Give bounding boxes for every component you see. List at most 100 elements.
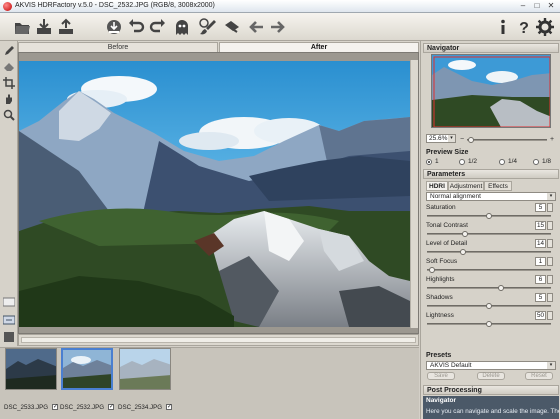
parameter-slider-knob[interactable] bbox=[497, 285, 504, 291]
ghost-icon[interactable] bbox=[171, 16, 193, 38]
window-title: AKVIS HDRFactory v.5.0 - DSC_2532.JPG (R… bbox=[15, 2, 215, 9]
swap-view-icon[interactable] bbox=[2, 313, 16, 327]
parameter-slider-knob[interactable] bbox=[462, 231, 469, 237]
thumbnail-image[interactable] bbox=[61, 348, 113, 390]
reset-preset-button[interactable]: Reset bbox=[525, 372, 553, 380]
tab-adjustment[interactable]: Adjustment bbox=[448, 181, 484, 191]
zoom-level: 25.6% bbox=[429, 135, 448, 142]
thumbnail-checkbox[interactable]: ✓ bbox=[52, 404, 58, 410]
minimize-button[interactable]: – bbox=[516, 1, 530, 11]
import-icon[interactable] bbox=[55, 16, 77, 38]
parameter-slider-knob[interactable] bbox=[460, 249, 467, 255]
preset-select[interactable]: AKVIS Default ▾ bbox=[426, 361, 556, 370]
filmstrip-item[interactable]: DSC_2534.JPG ✓ bbox=[118, 348, 172, 411]
preview-size-radio[interactable] bbox=[459, 159, 465, 165]
svg-text:?: ? bbox=[519, 20, 529, 37]
tab-after[interactable]: After bbox=[219, 42, 419, 52]
preview-size-label: 1 bbox=[435, 158, 439, 165]
background-color-icon[interactable] bbox=[2, 295, 16, 309]
parameters-header[interactable]: Parameters bbox=[423, 169, 559, 179]
navigator-header[interactable]: Navigator bbox=[423, 43, 559, 53]
parameter-slider-knob[interactable] bbox=[486, 213, 492, 219]
preview-size-radio[interactable] bbox=[533, 159, 539, 165]
filmstrip-item[interactable]: DSC_2532.JPG ✓ bbox=[60, 348, 114, 411]
parameter-label: Tonal Contrast bbox=[426, 222, 468, 229]
zoom-slider[interactable] bbox=[467, 139, 547, 141]
pencil-icon[interactable] bbox=[2, 44, 16, 58]
parameter-slider[interactable] bbox=[427, 233, 551, 235]
chevron-down-icon: ▾ bbox=[547, 362, 555, 369]
parameter-label: Lightness bbox=[426, 312, 454, 319]
canvas-horizontal-scrollbar[interactable] bbox=[18, 334, 419, 346]
redo-icon[interactable] bbox=[147, 16, 169, 38]
thumbnail-image[interactable] bbox=[119, 348, 171, 390]
app-logo-icon bbox=[3, 2, 12, 11]
thumbnail-image[interactable] bbox=[5, 348, 57, 390]
parameter-spinner[interactable] bbox=[547, 239, 553, 248]
parameter-slider[interactable] bbox=[427, 251, 551, 253]
eraser-icon[interactable] bbox=[221, 16, 243, 38]
parameter-label: Shadows bbox=[426, 294, 453, 301]
zoom-in-button[interactable]: + bbox=[550, 136, 554, 143]
canvas-vertical-scrollbar[interactable] bbox=[410, 60, 418, 328]
filmstrip: DSC_2533.JPG ✓ DSC_2532.JPG ✓ DSC_2534.J… bbox=[0, 347, 419, 419]
parameter-value-input[interactable]: 14 bbox=[535, 239, 546, 248]
eraser-tool-icon[interactable] bbox=[2, 60, 16, 74]
maximize-button[interactable]: □ bbox=[530, 1, 544, 11]
save-preset-button[interactable]: Save bbox=[427, 372, 455, 380]
save-output-icon[interactable] bbox=[103, 16, 125, 38]
delete-preset-button[interactable]: Delete bbox=[477, 372, 505, 380]
tab-before[interactable]: Before bbox=[18, 42, 218, 52]
hand-icon[interactable] bbox=[2, 92, 16, 106]
parameter-value-input[interactable]: 5 bbox=[535, 203, 546, 212]
zoom-out-button[interactable]: − bbox=[460, 136, 464, 143]
parameter-value-input[interactable]: 5 bbox=[535, 293, 546, 302]
parameter-value-input[interactable]: 15 bbox=[535, 221, 546, 230]
help-icon[interactable]: ? bbox=[513, 16, 535, 38]
parameter-spinner[interactable] bbox=[547, 203, 553, 212]
parameter-value-input[interactable]: 1 bbox=[535, 257, 546, 266]
crop-icon[interactable] bbox=[2, 76, 16, 90]
color-swatch-icon[interactable] bbox=[2, 330, 16, 344]
thumbnail-label: DSC_2533.JPG bbox=[4, 404, 49, 411]
thumbnail-checkbox[interactable]: ✓ bbox=[166, 404, 172, 410]
alignment-select[interactable]: Normal alignment ▾ bbox=[426, 192, 556, 201]
parameter-slider-knob[interactable] bbox=[486, 303, 492, 309]
image-canvas[interactable] bbox=[18, 52, 419, 334]
undo-icon[interactable] bbox=[125, 16, 147, 38]
zoom-slider-knob[interactable] bbox=[468, 137, 474, 143]
parameter-spinner[interactable] bbox=[547, 257, 553, 266]
arrow-right-icon[interactable] bbox=[267, 16, 289, 38]
tab-hdri[interactable]: HDRI bbox=[426, 181, 448, 191]
zoom-level-select[interactable]: 25.6% ▾ bbox=[426, 134, 456, 143]
tab-effects[interactable]: Effects bbox=[484, 181, 512, 191]
presets-header: Presets bbox=[423, 351, 559, 361]
parameter-spinner[interactable] bbox=[547, 275, 553, 284]
arrow-left-icon[interactable] bbox=[245, 16, 267, 38]
parameter-spinner[interactable] bbox=[547, 311, 553, 320]
scrollbar-thumb[interactable] bbox=[21, 337, 416, 343]
navigator-title: Navigator bbox=[427, 45, 460, 52]
info-icon[interactable] bbox=[492, 16, 514, 38]
close-button[interactable]: ✕ bbox=[544, 1, 558, 11]
navigator-preview[interactable] bbox=[431, 54, 551, 128]
save-icon[interactable] bbox=[33, 16, 55, 38]
preview-size-radio[interactable] bbox=[426, 159, 432, 165]
parameter-spinner[interactable] bbox=[547, 293, 553, 302]
brush-icon[interactable] bbox=[197, 16, 219, 38]
parameter-slider-knob[interactable] bbox=[486, 321, 492, 327]
preview-size-radio[interactable] bbox=[499, 159, 505, 165]
open-file-icon[interactable] bbox=[11, 16, 33, 38]
parameter-value-input[interactable]: 6 bbox=[535, 275, 546, 284]
filmstrip-item[interactable]: DSC_2533.JPG ✓ bbox=[4, 348, 58, 411]
parameter-value-input[interactable]: 50 bbox=[535, 311, 546, 320]
thumbnail-checkbox[interactable]: ✓ bbox=[108, 404, 114, 410]
settings-icon[interactable] bbox=[534, 16, 556, 38]
hdr-photo bbox=[19, 61, 410, 327]
post-processing-header[interactable]: Post Processing bbox=[423, 385, 559, 395]
zoom-icon[interactable] bbox=[2, 108, 16, 122]
parameter-slider[interactable] bbox=[427, 269, 551, 271]
parameter-slider-knob[interactable] bbox=[429, 267, 436, 273]
parameter-slider[interactable] bbox=[427, 287, 551, 289]
parameter-spinner[interactable] bbox=[547, 221, 553, 230]
